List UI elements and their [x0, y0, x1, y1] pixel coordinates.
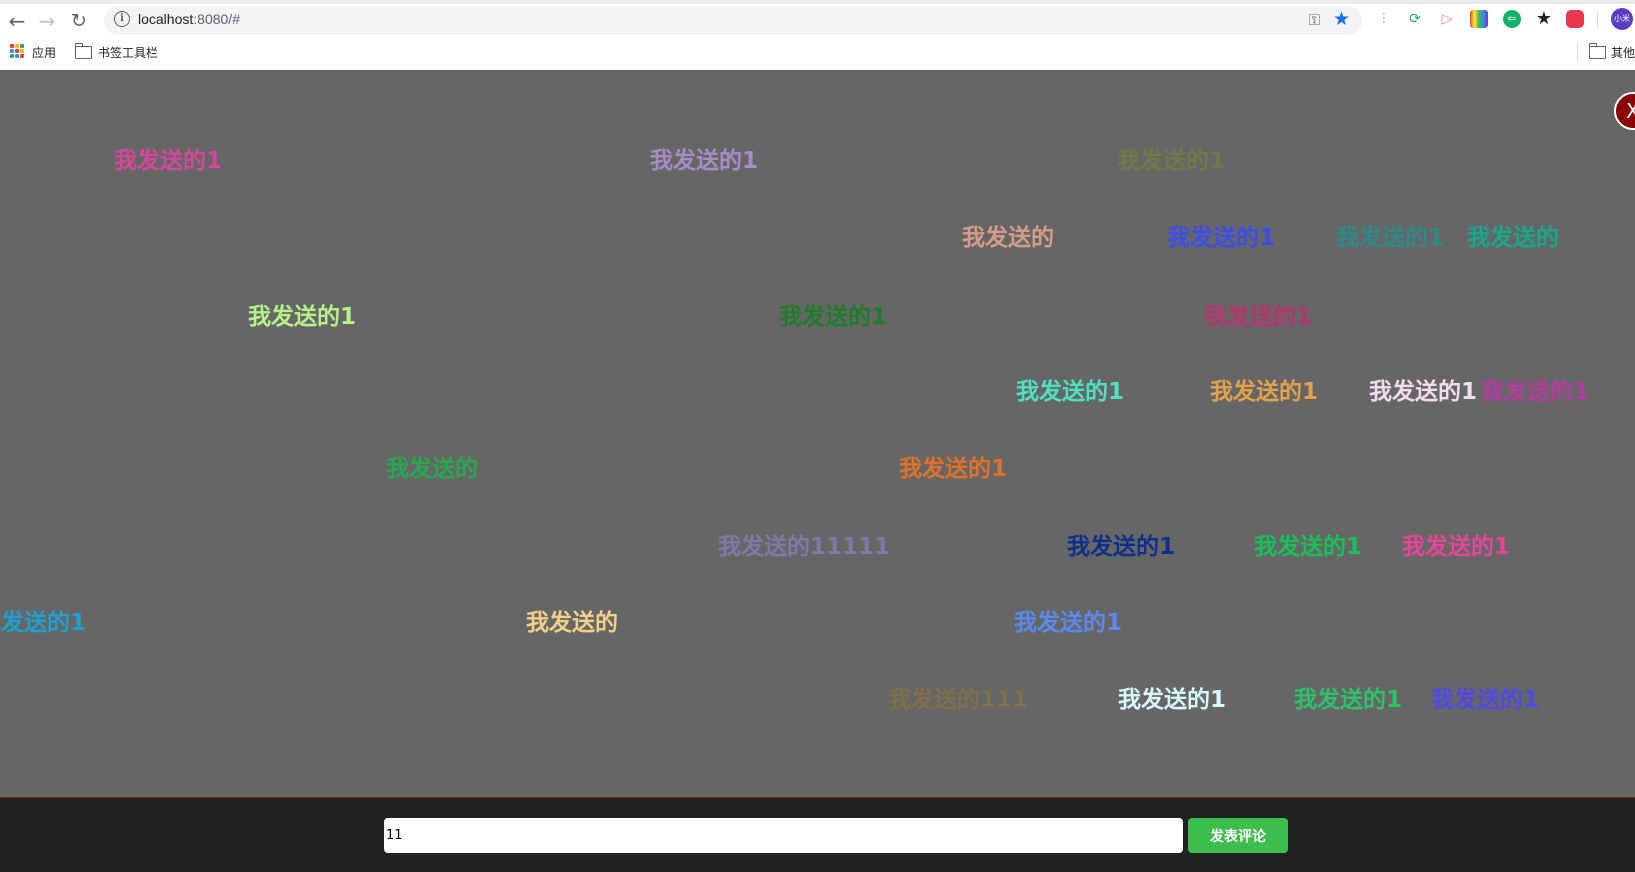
danmaku-item: 我发送的1	[248, 304, 357, 330]
toolbar-divider	[1597, 11, 1598, 29]
danmaku-item: 我发送的1	[899, 456, 1008, 482]
forward-arrow-icon[interactable]: →	[34, 8, 60, 34]
danmaku-item: 我发送的1	[1016, 379, 1125, 405]
danmaku-item: 我发送的1	[1336, 225, 1445, 251]
danmaku-item: 我发送的1	[1210, 379, 1319, 405]
profile-avatar[interactable]: 小米	[1611, 8, 1633, 30]
bookmark-other[interactable]: 其他	[1611, 44, 1635, 61]
danmaku-item: 我发送的11111	[718, 534, 891, 560]
info-icon[interactable]: i	[114, 11, 130, 27]
danmaku-item: 我发送的1	[1067, 534, 1176, 560]
extension-palette-icon[interactable]	[1470, 10, 1488, 28]
danmaku-item: 我发送的1	[1204, 304, 1313, 330]
danmaku-item: 我发送的1	[1254, 534, 1363, 560]
danmaku-item: 我发送的1	[1118, 687, 1227, 713]
extension-tag-icon[interactable]: ▷	[1438, 10, 1456, 28]
extension-green-circle-icon[interactable]: ⇐	[1503, 10, 1521, 28]
apps-grid-icon[interactable]	[10, 44, 24, 58]
browser-chrome: ← → ↻ i localhost:8080/# ⚿ ★ ⋮ ⟳ ▷ ⇐ ★ 小…	[0, 0, 1635, 71]
url-host: localhost	[138, 11, 194, 27]
danmaku-item: 我发送的111	[888, 687, 1029, 713]
danmaku-item: 我发送的	[962, 225, 1054, 251]
danmaku-item: 我发送的1	[1167, 225, 1276, 251]
danmaku-item: 我发送的1	[114, 148, 223, 174]
comment-bar: 发表评论	[0, 797, 1635, 872]
extension-swirl-icon[interactable]: ⟳	[1406, 10, 1424, 28]
comment-input[interactable]	[384, 818, 1183, 853]
bookmarks-bar: 应用 书签工具栏 其他	[0, 40, 1635, 70]
extension-tree-icon[interactable]: ⋮	[1375, 10, 1393, 28]
bookmark-apps[interactable]: 应用	[32, 44, 56, 61]
tab-strip	[0, 0, 1635, 4]
danmaku-item: 我发送的1	[779, 304, 888, 330]
address-bar[interactable]: i localhost:8080/# ⚿ ★	[104, 6, 1362, 35]
danmaku-item: 我发送的	[386, 456, 478, 482]
submit-comment-button[interactable]: 发表评论	[1188, 818, 1288, 853]
danmaku-item: 我发送的	[1467, 225, 1559, 251]
key-icon[interactable]: ⚿	[1309, 11, 1320, 29]
url-path: :8080/#	[193, 11, 240, 27]
extension-red-icon[interactable]	[1566, 10, 1584, 28]
danmaku-item: 我发送的1	[1294, 687, 1403, 713]
danmaku-stage: 我发送的1 我发送的1 我发送的1 我发送的 我发送的1 我发送的1 我发送的 …	[0, 70, 1635, 797]
extension-star-icon[interactable]: ★	[1535, 10, 1553, 28]
bookmarks-divider	[1577, 43, 1578, 61]
danmaku-item: 我发送的1	[1481, 379, 1590, 405]
reload-icon[interactable]: ↻	[66, 8, 92, 34]
danmaku-item: 我发送的1	[0, 610, 87, 636]
danmaku-item: 我发送的1	[1431, 687, 1540, 713]
bookmark-star-icon[interactable]: ★	[1333, 8, 1350, 30]
danmaku-item: 我发送的1	[1117, 148, 1226, 174]
close-button[interactable]: X	[1614, 92, 1635, 130]
folder-icon	[75, 43, 92, 59]
other-folder-icon	[1589, 43, 1606, 59]
url-text[interactable]: localhost:8080/#	[138, 11, 240, 27]
back-arrow-icon[interactable]: ←	[4, 8, 30, 34]
danmaku-item: 我发送的1	[1014, 610, 1123, 636]
danmaku-item: 我发送的1	[1402, 534, 1511, 560]
bookmark-toolbar-folder[interactable]: 书签工具栏	[98, 44, 158, 61]
danmaku-item: 我发送的1	[650, 148, 759, 174]
danmaku-item: 我发送的1	[1369, 379, 1478, 405]
danmaku-item: 我发送的	[526, 610, 618, 636]
